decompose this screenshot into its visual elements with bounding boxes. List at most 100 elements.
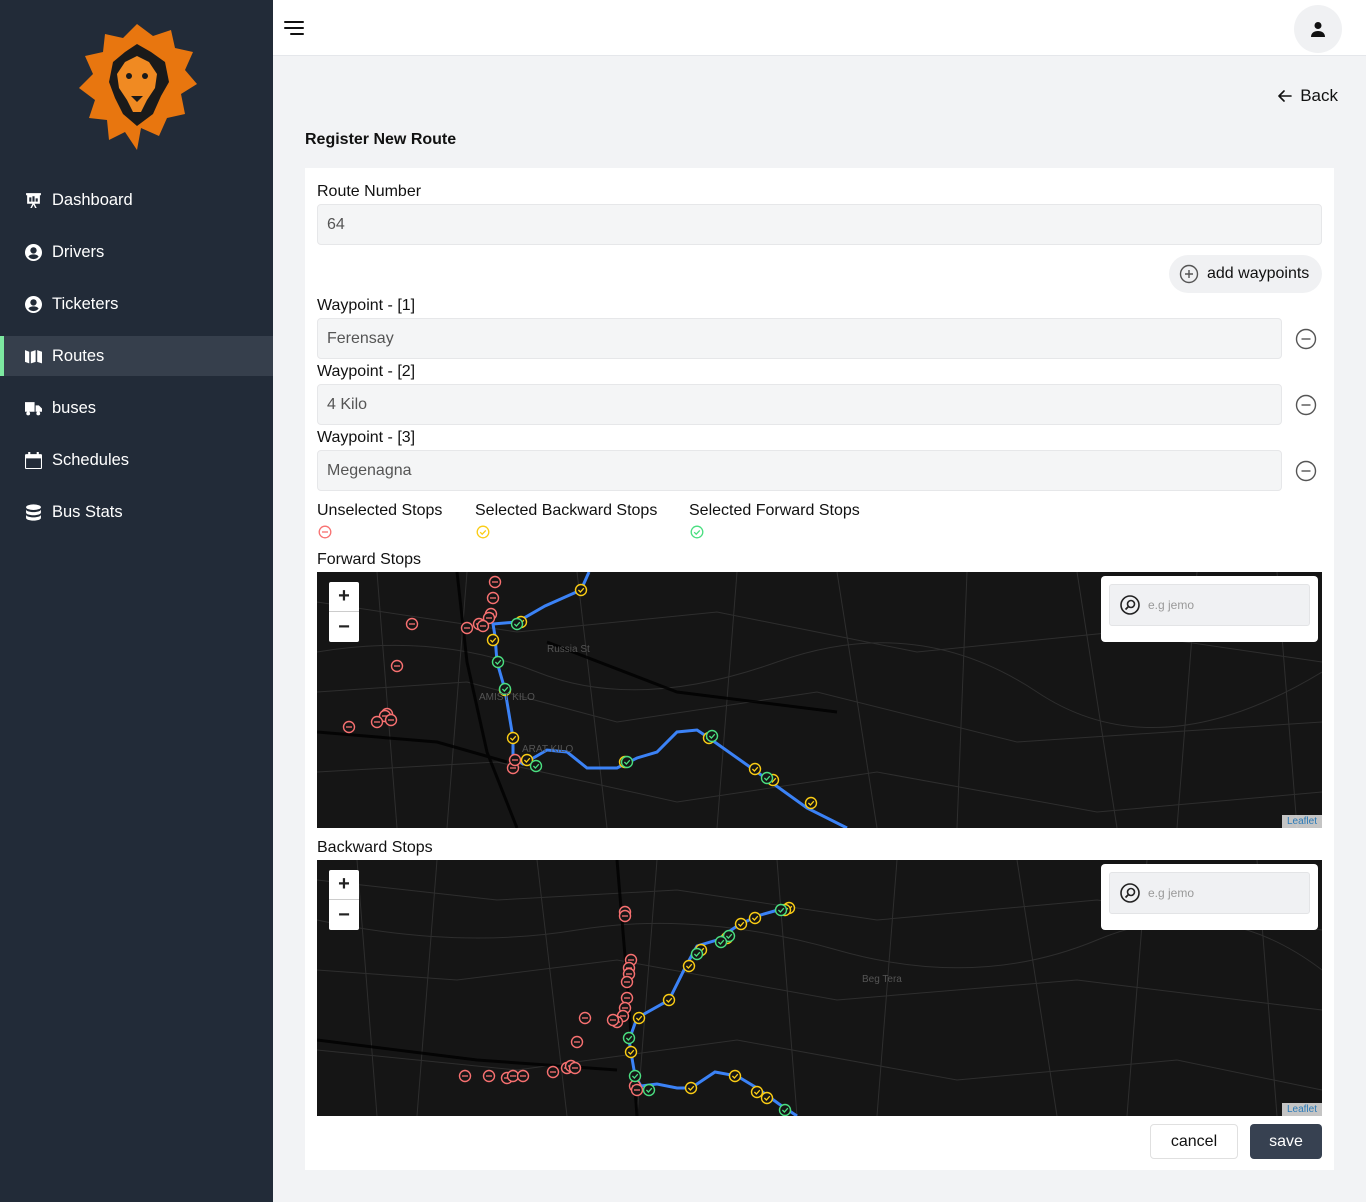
- backward-stop-marker[interactable]: [734, 917, 748, 931]
- remove-waypoint-button[interactable]: [1291, 456, 1321, 486]
- unselected-stop-marker[interactable]: [476, 619, 490, 633]
- backward-stop-marker[interactable]: [684, 1081, 698, 1095]
- page-title: Register New Route: [305, 131, 457, 148]
- zoom-control: + −: [329, 582, 359, 642]
- unselected-stop-marker[interactable]: [508, 753, 522, 767]
- map-attribution[interactable]: Leaflet: [1281, 1103, 1322, 1116]
- map-search-placeholder: e.g jemo: [1148, 886, 1195, 900]
- forward-stop-marker[interactable]: [714, 935, 728, 949]
- back-link[interactable]: Back: [1278, 86, 1338, 106]
- route-form-card: Route Number 64 add waypoints Waypoint -…: [305, 168, 1334, 1170]
- unselected-stop-marker[interactable]: [405, 617, 419, 631]
- unselected-stop-marker[interactable]: [482, 1069, 496, 1083]
- forward-stop-marker[interactable]: [529, 759, 543, 773]
- backward-stop-marker[interactable]: [574, 583, 588, 597]
- backward-stop-marker[interactable]: [750, 1085, 764, 1099]
- backward-stop-marker[interactable]: [804, 796, 818, 810]
- database-icon: [24, 503, 42, 521]
- zoom-in-button[interactable]: +: [329, 582, 359, 612]
- unselected-stop-marker[interactable]: [568, 1061, 582, 1075]
- sidebar: Dashboard Drivers Ticketers Routes buses…: [0, 0, 273, 1202]
- zoom-in-button[interactable]: +: [329, 870, 359, 900]
- remove-waypoint-button[interactable]: [1291, 324, 1321, 354]
- save-button[interactable]: save: [1250, 1124, 1322, 1159]
- waypoint-input[interactable]: Ferensay: [317, 318, 1282, 359]
- minus-circle-icon: [1295, 394, 1317, 416]
- unselected-stop-marker[interactable]: [620, 991, 634, 1005]
- add-waypoints-label: add waypoints: [1207, 265, 1310, 282]
- waypoint-input[interactable]: 4 Kilo: [317, 384, 1282, 425]
- forward-stop-marker[interactable]: [760, 771, 774, 785]
- unselected-stop-marker[interactable]: [516, 1069, 530, 1083]
- route-number-input[interactable]: 64: [317, 204, 1322, 245]
- unselected-stop-marker[interactable]: [620, 975, 634, 989]
- calendar-icon: [24, 451, 42, 469]
- backward-stop-marker[interactable]: [748, 911, 762, 925]
- forward-stop-marker[interactable]: [622, 1031, 636, 1045]
- sidebar-item-buses[interactable]: buses: [0, 388, 273, 428]
- unselected-stop-marker[interactable]: [458, 1069, 472, 1083]
- backward-stop-marker[interactable]: [728, 1069, 742, 1083]
- forward-stop-marker[interactable]: [690, 947, 704, 961]
- back-label: Back: [1300, 86, 1338, 105]
- forward-stops-map[interactable]: AMIST KILO ARAT KILO Russia St + − e.g jem…: [317, 572, 1322, 828]
- forward-stop-marker[interactable]: [491, 655, 505, 669]
- forward-stop-marker[interactable]: [774, 903, 788, 917]
- forward-stop-marker[interactable]: [778, 1103, 792, 1116]
- add-waypoints-button[interactable]: add waypoints: [1169, 255, 1322, 293]
- minus-circle-icon: [1295, 328, 1317, 350]
- map-search-input[interactable]: e.g jemo: [1109, 584, 1310, 626]
- menu-icon[interactable]: [283, 17, 305, 39]
- remove-waypoint-button[interactable]: [1291, 390, 1321, 420]
- user-menu-button[interactable]: [1294, 5, 1342, 53]
- backward-stops-map[interactable]: Beg Tera + − e.g jemo Leaflet: [317, 860, 1322, 1116]
- sidebar-item-label: Ticketers: [52, 294, 119, 313]
- unselected-stop-marker[interactable]: [390, 659, 404, 673]
- backward-stop-marker[interactable]: [662, 993, 676, 1007]
- unselected-stop-marker[interactable]: [546, 1065, 560, 1079]
- sidebar-item-drivers[interactable]: Drivers: [0, 232, 273, 272]
- sidebar-item-schedules[interactable]: Schedules: [0, 440, 273, 480]
- lion-logo: [75, 22, 199, 152]
- zoom-out-button[interactable]: −: [329, 612, 359, 642]
- sidebar-item-label: Schedules: [52, 450, 130, 469]
- waypoint-input[interactable]: Megenagna: [317, 450, 1282, 491]
- unselected-stop-marker[interactable]: [630, 1083, 644, 1097]
- legend-unselected-label: Unselected Stops: [317, 502, 443, 519]
- forward-stop-marker[interactable]: [642, 1083, 656, 1097]
- sidebar-nav: Dashboard Drivers Ticketers Routes buses…: [0, 180, 273, 544]
- backward-stop-marker[interactable]: [486, 633, 500, 647]
- unselected-stop-marker[interactable]: [370, 715, 384, 729]
- unselected-stop-marker[interactable]: [342, 720, 356, 734]
- dashboard-icon: [24, 191, 42, 209]
- unselected-stop-marker[interactable]: [606, 1013, 620, 1027]
- zoom-out-button[interactable]: −: [329, 900, 359, 930]
- backward-stop-marker[interactable]: [632, 1011, 646, 1025]
- sidebar-item-dashboard[interactable]: Dashboard: [0, 180, 273, 220]
- map-attribution[interactable]: Leaflet: [1281, 815, 1322, 828]
- forward-stop-marker[interactable]: [510, 617, 524, 631]
- search-icon: [1120, 883, 1140, 903]
- cancel-button[interactable]: cancel: [1150, 1124, 1238, 1159]
- unselected-stop-marker[interactable]: [488, 575, 502, 589]
- backward-stop-marker[interactable]: [760, 1091, 774, 1105]
- forward-stop-marker[interactable]: [620, 755, 634, 769]
- map-place-label: AMIST KILO: [479, 692, 535, 703]
- sidebar-item-bus-stats[interactable]: Bus Stats: [0, 492, 273, 532]
- plus-circle-icon: [1179, 264, 1199, 284]
- backward-stop-marker[interactable]: [506, 731, 520, 745]
- backward-stop-marker[interactable]: [748, 762, 762, 776]
- unselected-stop-marker[interactable]: [384, 713, 398, 727]
- map-search-input[interactable]: e.g jemo: [1109, 872, 1310, 914]
- backward-stop-marker[interactable]: [624, 1045, 638, 1059]
- unselected-stop-marker[interactable]: [486, 591, 500, 605]
- backward-stop-marker[interactable]: [682, 959, 696, 973]
- forward-stop-marker[interactable]: [705, 729, 719, 743]
- sidebar-item-routes[interactable]: Routes: [0, 336, 273, 376]
- sidebar-item-ticketers[interactable]: Ticketers: [0, 284, 273, 324]
- forward-stop-marker[interactable]: [628, 1069, 642, 1083]
- unselected-stop-marker[interactable]: [578, 1011, 592, 1025]
- unselected-stop-marker[interactable]: [570, 1035, 584, 1049]
- unselected-stop-marker[interactable]: [618, 909, 632, 923]
- unselected-stop-marker[interactable]: [460, 621, 474, 635]
